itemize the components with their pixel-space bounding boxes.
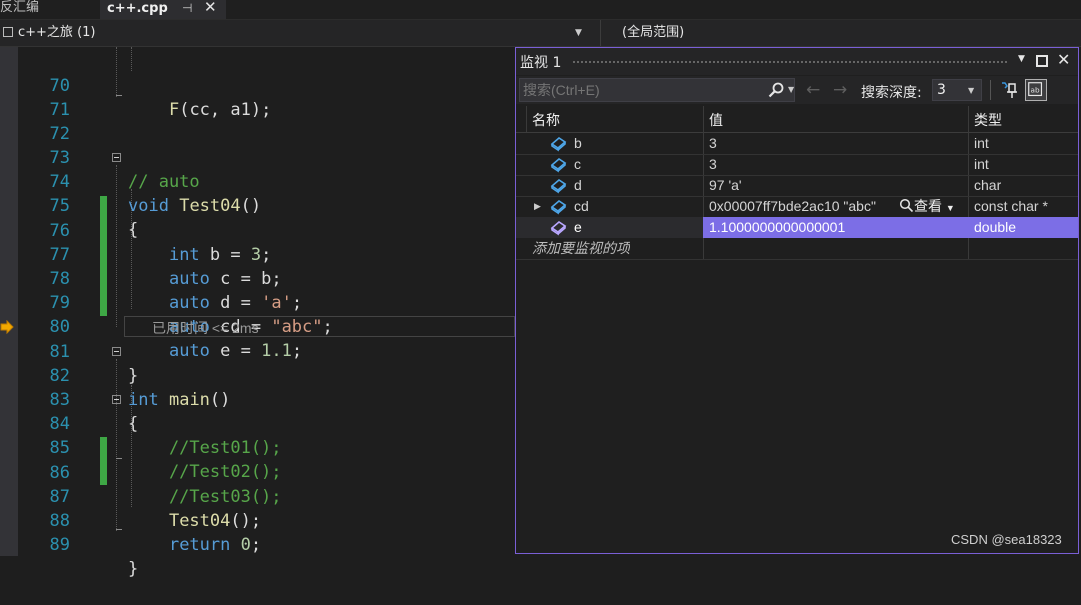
code-line[interactable]: 88 return 0; <box>0 485 515 555</box>
watch-row[interactable]: b 3 int <box>516 133 1078 154</box>
magnifier-icon <box>899 198 914 213</box>
document-tab-strip: 反汇编 c++.cpp ⊣ ✕ <box>0 0 1081 20</box>
project-dropdown-label: c++之旅 (1) <box>18 25 96 40</box>
visualizer-button[interactable]: 查看 ▼ <box>899 196 955 219</box>
variable-icon <box>550 136 567 152</box>
watch-value[interactable]: 97 'a' <box>709 175 742 196</box>
search-box[interactable]: ▼ <box>519 78 795 102</box>
search-depth-value: 3 <box>937 82 946 98</box>
scope-dropdown[interactable]: (全局范围) <box>600 20 1081 46</box>
watch-name: b <box>574 135 582 151</box>
code-line[interactable]: 75 { <box>0 170 515 240</box>
back-arrow-icon[interactable]: ← <box>806 80 820 100</box>
tab-cpp-file[interactable]: c++.cpp ⊣ ✕ <box>100 0 226 19</box>
watch-toolbar: ▼ ← → 搜索深度: 3 ▼ ab <box>516 76 1078 104</box>
watch-name: e <box>574 219 582 235</box>
window-menu-icon[interactable]: ▼ <box>1018 54 1025 64</box>
code-line[interactable]: 89 } <box>0 509 515 579</box>
watch-value[interactable]: 1.1000000000000001 <box>709 217 845 238</box>
watch-row-selected[interactable]: e 1.1000000000000001 double <box>516 217 1078 238</box>
watermark: CSDN @sea18323 <box>951 532 1062 547</box>
tab-disassembly[interactable]: 反汇编 <box>0 0 45 17</box>
watch-value[interactable]: 3 <box>709 154 717 175</box>
hex-display-icon[interactable]: ab <box>1025 79 1047 101</box>
code-line[interactable]: 78 auto d = 'a'; <box>0 243 515 313</box>
forward-arrow-icon[interactable]: → <box>833 80 847 100</box>
close-icon[interactable]: ✕ <box>1057 50 1070 69</box>
add-watch-placeholder[interactable]: 添加要监视的项 <box>532 238 630 259</box>
variable-icon <box>550 199 567 215</box>
name-cell <box>516 217 703 238</box>
row-divider <box>516 259 1078 260</box>
watch-type: int <box>974 135 989 151</box>
code-line[interactable]: 76 int b = 3; <box>0 195 515 265</box>
chevron-down-icon[interactable]: ▼ <box>788 85 794 94</box>
drag-grip[interactable] <box>572 60 1008 64</box>
column-divider <box>526 106 527 132</box>
grid-header: 名称 值 类型 <box>516 106 1078 133</box>
variable-icon <box>550 220 567 236</box>
search-input[interactable] <box>523 81 759 99</box>
watch-title-bar[interactable]: 监视 1 ▼ ✕ <box>516 48 1078 75</box>
svg-text:ab: ab <box>1031 86 1040 95</box>
search-depth-dropdown[interactable]: 3 ▼ <box>932 79 982 101</box>
watch-value[interactable]: 3 <box>709 133 717 154</box>
code-line[interactable]: 79 auto cd = "abc"; <box>0 267 515 337</box>
tab-cpp-file-label: c++.cpp <box>107 1 168 16</box>
watch-type: char <box>974 177 1002 193</box>
chevron-down-icon: ▼ <box>945 203 955 213</box>
watch-type: int <box>974 156 989 172</box>
line-number: 89 <box>49 535 70 555</box>
expand-arrow-icon[interactable]: ▶ <box>534 196 541 217</box>
chevron-down-icon: ▼ <box>968 86 975 95</box>
watch-name: d <box>574 177 582 193</box>
navigation-bar: c++之旅 (1) ▼ (全局范围) <box>0 20 1081 47</box>
code-line[interactable]: 77 auto c = b; <box>0 219 515 289</box>
watch-row[interactable]: d 97 'a' char <box>516 175 1078 196</box>
code-line[interactable]: 87 Test04(); <box>0 461 515 531</box>
code-line[interactable]: 74 void Test04() <box>0 146 515 216</box>
watch-type: const char * <box>974 198 1048 214</box>
code-text: } <box>128 559 139 579</box>
watch-name: c <box>574 156 581 172</box>
chevron-down-icon: ▼ <box>575 28 582 38</box>
code-line[interactable]: 72 <box>0 98 515 144</box>
code-text: return 0; <box>168 535 262 555</box>
toolbar-separator <box>990 80 991 100</box>
code-line[interactable]: 80 auto e = 1.1; <box>0 291 515 361</box>
pin-icon[interactable]: ⊣ <box>182 0 192 17</box>
code-line[interactable]: 85 //Test02(); <box>0 412 515 482</box>
code-line[interactable]: 71 <box>0 74 515 120</box>
code-editor[interactable]: 70 F(cc, a1); 71 72 73 // auto 74 void T… <box>0 47 515 579</box>
variable-icon <box>550 157 567 173</box>
project-dropdown[interactable]: c++之旅 (1) ▼ <box>18 20 592 46</box>
watch-name: cd <box>574 198 589 214</box>
watch-row[interactable]: ▶ cd 0x00007ff7bde2ac10 "abc" 查看 ▼ const… <box>516 196 1078 217</box>
code-line[interactable]: 84 //Test01(); <box>0 388 515 458</box>
search-depth-label: 搜索深度: <box>861 85 922 101</box>
close-icon[interactable]: ✕ <box>204 0 217 16</box>
code-line[interactable]: 73 // auto <box>0 122 515 192</box>
watch-window: 监视 1 ▼ ✕ ▼ ← → 搜索深度: 3 ▼ <box>515 47 1079 554</box>
scope-dropdown-label: (全局范围) <box>622 25 685 40</box>
code-line[interactable]: 86 //Test03(); <box>0 437 515 507</box>
pin-source-icon[interactable] <box>998 79 1020 101</box>
project-icon <box>3 27 13 37</box>
watch-title: 监视 1 <box>520 55 562 71</box>
column-header-value[interactable]: 值 <box>709 110 723 130</box>
watch-value[interactable]: 0x00007ff7bde2ac10 "abc" <box>709 196 894 217</box>
code-line[interactable]: 70 F(cc, a1); <box>0 50 515 120</box>
code-line[interactable]: 82 int main() <box>0 340 515 410</box>
watch-row[interactable]: c 3 int <box>516 154 1078 175</box>
column-header-name[interactable]: 名称 <box>532 110 560 130</box>
column-header-type[interactable]: 类型 <box>974 110 1002 130</box>
visualizer-label: 查看 <box>914 198 942 214</box>
add-watch-row[interactable]: 添加要监视的项 <box>516 238 1078 259</box>
perf-tip[interactable]: 已用时间 <= 2ms <box>152 318 259 338</box>
variable-icon <box>550 178 567 194</box>
search-icon[interactable] <box>768 82 784 98</box>
watch-type: double <box>974 219 1017 235</box>
maximize-icon[interactable] <box>1036 55 1048 67</box>
code-line[interactable]: 83 { <box>0 364 515 434</box>
